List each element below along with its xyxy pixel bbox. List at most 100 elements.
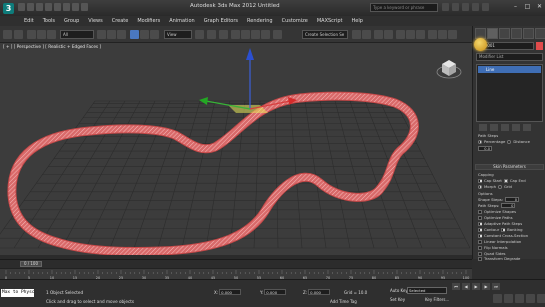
zoom-all-icon[interactable] (504, 294, 513, 303)
menu-graph-editors[interactable]: Graph Editors (204, 18, 238, 24)
select-object-icon[interactable] (97, 30, 106, 39)
skin-parameters-rollout[interactable]: Skin Parameters (475, 164, 544, 170)
utilities-tab-icon[interactable] (535, 28, 545, 39)
perspective-viewport[interactable]: [ + ] [ Perspective ] [ Realistic + Edge… (0, 43, 472, 259)
modifier-list-dropdown[interactable]: Modifier List (476, 53, 543, 61)
flip-normals-checkbox[interactable] (478, 245, 482, 250)
save-file-icon[interactable] (36, 3, 43, 11)
y-coordinate-field[interactable]: 0.000 (264, 289, 287, 295)
set-key-button[interactable]: Set Key (390, 297, 405, 302)
auto-key-button[interactable]: Auto Key (390, 288, 408, 293)
menu-customize[interactable]: Customize (282, 18, 308, 24)
material-editor-icon[interactable] (416, 30, 425, 39)
gizmo-z-arrow[interactable] (246, 48, 254, 60)
selection-region-icon[interactable] (117, 30, 126, 39)
time-slider-thumb[interactable]: 0 / 100 (20, 261, 42, 267)
contour-checkbox[interactable] (478, 227, 482, 232)
unlink-icon[interactable] (37, 30, 46, 39)
communication-icon[interactable] (462, 3, 469, 11)
menu-edit[interactable]: Edit (24, 18, 34, 24)
help-icon[interactable] (482, 3, 489, 11)
select-and-manipulate-icon[interactable] (207, 30, 216, 39)
menu-tools[interactable]: Tools (43, 18, 55, 24)
curve-editor-icon[interactable] (396, 30, 405, 39)
hierarchy-tab-icon[interactable] (499, 28, 510, 39)
configure-modifier-sets-icon[interactable] (523, 124, 531, 131)
motion-tab-icon[interactable] (511, 28, 522, 39)
add-time-tag-button[interactable]: Add Time Tag (330, 299, 357, 304)
menu-modifiers[interactable]: Modifiers (137, 18, 160, 24)
rendered-frame-window-icon[interactable] (438, 30, 447, 39)
pin-stack-icon[interactable] (479, 124, 487, 131)
linear-interpolation-checkbox[interactable] (478, 239, 482, 244)
optimize-shapes-checkbox[interactable] (478, 209, 482, 214)
viewcube-icon[interactable] (436, 55, 462, 81)
modifier-stack-item[interactable]: Line (478, 66, 541, 73)
app-logo-icon[interactable]: 3 (3, 3, 14, 14)
field-of-view-icon[interactable] (515, 294, 524, 303)
select-and-move-icon[interactable] (130, 30, 139, 39)
maxscript-listener-input[interactable]: Max to Physc (1, 289, 34, 297)
menu-animation[interactable]: Animation (169, 18, 195, 24)
undo-icon[interactable] (45, 3, 52, 11)
make-unique-icon[interactable] (501, 124, 509, 131)
menu-group[interactable]: Group (64, 18, 79, 24)
project-folder-icon[interactable] (81, 3, 88, 11)
time-slider[interactable]: 0 / 100 (0, 259, 472, 268)
x-coordinate-field[interactable]: 0.000 (219, 289, 242, 295)
close-button[interactable]: ✕ (535, 2, 544, 11)
remove-modifier-icon[interactable] (512, 124, 520, 131)
grid-radio[interactable] (497, 184, 502, 189)
graphite-ribbon-icon[interactable] (384, 30, 393, 39)
snaps-toggle-icon[interactable] (231, 30, 240, 39)
show-end-result-icon[interactable] (490, 124, 498, 131)
next-frame-icon[interactable]: ▶ (482, 283, 490, 290)
render-production-icon[interactable] (448, 30, 457, 39)
redo-icon[interactable] (14, 30, 23, 39)
menu-views[interactable]: Views (88, 18, 102, 24)
percentage-radio[interactable] (478, 139, 482, 144)
redo-icon[interactable] (54, 3, 61, 11)
reference-coordinate-dropdown[interactable]: View (164, 30, 192, 39)
named-selection-dropdown[interactable]: Create Selection Se (302, 30, 348, 39)
search-input[interactable]: Type a keyword or phrase (370, 3, 438, 12)
render-setup-icon[interactable] (428, 30, 437, 39)
undo-icon[interactable] (3, 30, 12, 39)
modifier-stack[interactable]: Line (476, 64, 543, 122)
mirror-icon[interactable] (352, 30, 361, 39)
key-selection-dropdown[interactable]: Selected (407, 287, 447, 294)
subscription-icon[interactable] (452, 3, 459, 11)
link-icon[interactable] (27, 30, 36, 39)
constant-cross-section-checkbox[interactable] (478, 233, 482, 238)
menu-create[interactable]: Create (112, 18, 129, 24)
cap-end-checkbox[interactable] (503, 178, 508, 183)
quad-sides-checkbox[interactable] (478, 251, 482, 256)
schematic-view-icon[interactable] (406, 30, 415, 39)
bind-space-warp-icon[interactable] (47, 30, 56, 39)
previous-frame-icon[interactable]: ◀ (462, 283, 470, 290)
pivot-center-icon[interactable] (195, 30, 204, 39)
banking-checkbox[interactable] (501, 227, 506, 232)
object-color-swatch[interactable] (536, 42, 543, 50)
minimize-button[interactable]: – (511, 2, 520, 11)
go-to-start-icon[interactable]: ⏮ (452, 283, 460, 290)
key-filters-button[interactable]: Key Filters... (425, 297, 449, 302)
z-coordinate-field[interactable]: 0.000 (308, 289, 331, 295)
optimize-paths-checkbox[interactable] (478, 215, 482, 220)
menu-maxscript[interactable]: MAXScript (317, 18, 343, 24)
fetch-icon[interactable] (72, 3, 79, 11)
keyboard-shortcut-override-icon[interactable] (219, 30, 228, 39)
path-steps-spinner[interactable]: 0 (501, 203, 516, 208)
select-and-rotate-icon[interactable] (140, 30, 149, 39)
cap-start-checkbox[interactable] (478, 178, 482, 183)
hold-icon[interactable] (63, 3, 70, 11)
select-and-scale-icon[interactable] (150, 30, 159, 39)
display-tab-icon[interactable] (523, 28, 534, 39)
zoom-icon[interactable] (493, 294, 502, 303)
viewport-label-menu[interactable]: [ + ] [ Perspective ] [ Realistic + Edge… (3, 44, 101, 49)
spinner-snap-icon[interactable] (261, 30, 270, 39)
distance-radio[interactable] (507, 139, 512, 144)
modify-tab-icon[interactable] (487, 28, 498, 39)
favorites-icon[interactable] (472, 3, 479, 11)
maximize-button[interactable]: □ (523, 2, 532, 11)
